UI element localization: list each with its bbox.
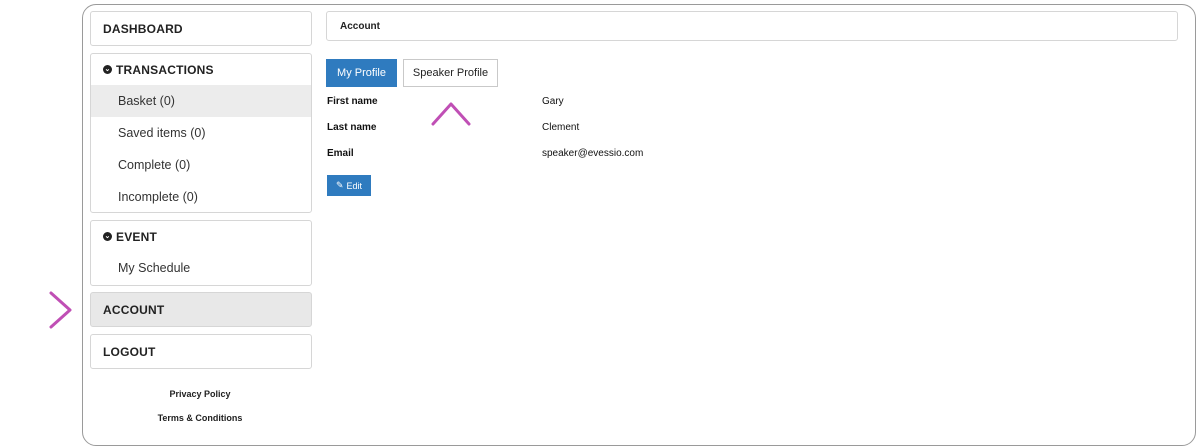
arrow-up-icon xyxy=(431,102,471,165)
arrow-right-icon xyxy=(7,291,72,329)
annotation-arrows xyxy=(7,102,471,329)
